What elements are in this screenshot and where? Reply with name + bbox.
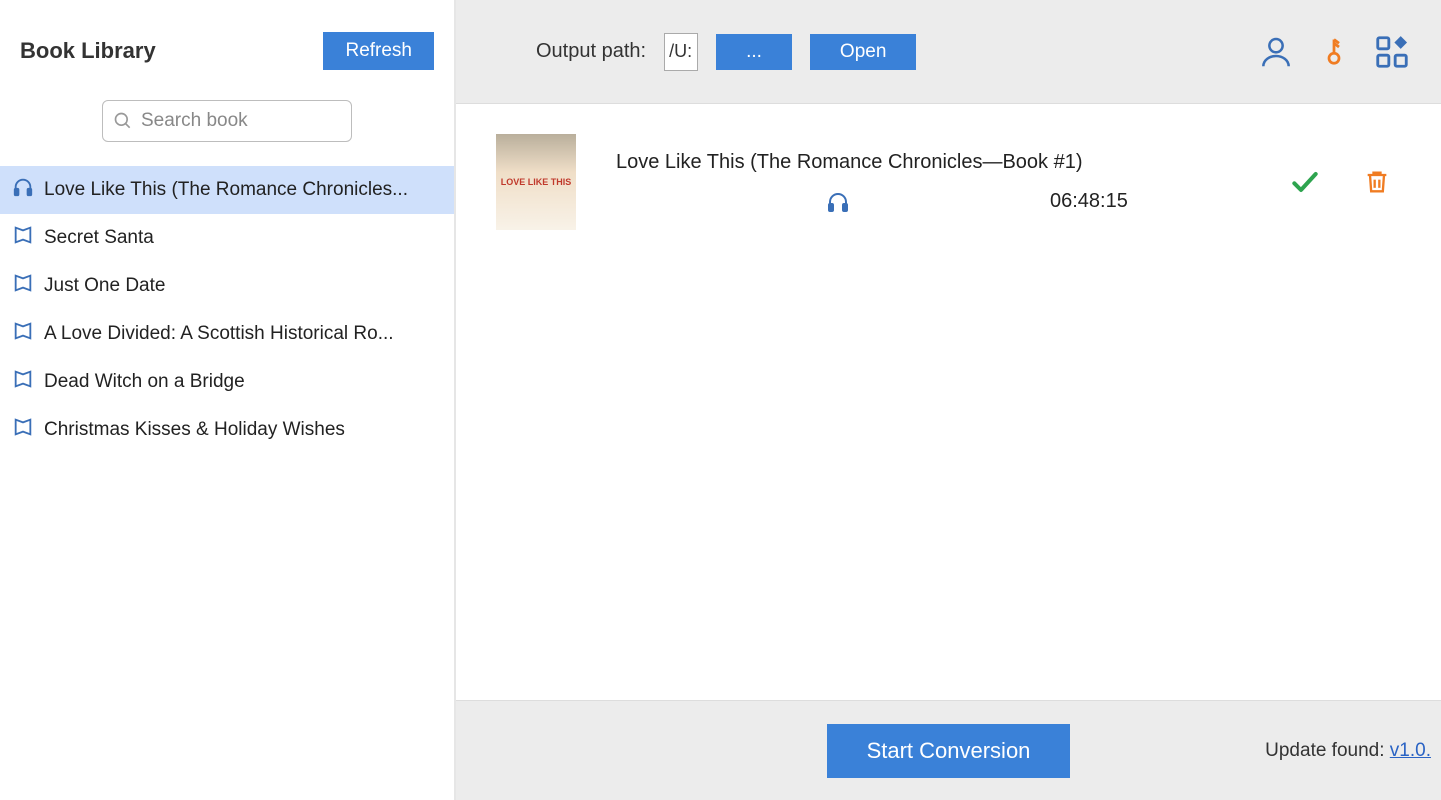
queue-item-duration: 06:48:15 [1050, 190, 1128, 213]
headphones-icon [826, 190, 850, 214]
start-conversion-button[interactable]: Start Conversion [827, 724, 1071, 778]
footer: Start Conversion Update found: v1.0. [456, 700, 1441, 800]
book-icon [12, 416, 34, 444]
book-icon [12, 320, 34, 348]
search-input[interactable] [141, 110, 341, 132]
book-icon [12, 368, 34, 396]
queue-item-title: Love Like This (The Romance Chronicles—B… [616, 151, 1249, 174]
queue-item: LOVE LIKE THIS Love Like This (The Roman… [456, 104, 1441, 260]
book-cover: LOVE LIKE THIS [496, 134, 576, 230]
library-item[interactable]: Secret Santa [0, 214, 454, 262]
book-icon [12, 224, 34, 252]
library-item[interactable]: A Love Divided: A Scottish Historical Ro… [0, 310, 454, 358]
headphones-icon [12, 176, 34, 204]
checkmark-icon[interactable] [1289, 166, 1321, 198]
book-icon [12, 272, 34, 300]
search-icon [113, 111, 133, 131]
library-item[interactable]: Love Like This (The Romance Chronicles..… [0, 166, 454, 214]
open-button[interactable]: Open [810, 34, 916, 70]
refresh-button[interactable]: Refresh [323, 32, 434, 70]
library-item[interactable]: Just One Date [0, 262, 454, 310]
search-box[interactable] [102, 100, 352, 142]
update-notice: Update found: v1.0. [1265, 740, 1431, 762]
library-item-title: Just One Date [44, 275, 165, 297]
library-item[interactable]: Christmas Kisses & Holiday Wishes [0, 406, 454, 454]
library-item-title: Love Like This (The Romance Chronicles..… [44, 179, 408, 201]
sidebar-header: Book Library Refresh [0, 0, 454, 90]
user-icon[interactable] [1257, 32, 1295, 72]
main-panel: Output path: ... Open LOVE LIKE THIS Lov… [456, 0, 1441, 800]
sidebar-title: Book Library [20, 38, 156, 64]
output-path-input[interactable] [664, 33, 698, 71]
library-item-title: Dead Witch on a Bridge [44, 371, 245, 393]
update-link[interactable]: v1.0. [1390, 740, 1431, 761]
output-path-label: Output path: [536, 40, 646, 63]
trash-icon[interactable] [1363, 167, 1391, 197]
toolbar: Output path: ... Open [456, 0, 1441, 104]
sidebar: Book Library Refresh Love Like This (The… [0, 0, 456, 800]
library-item-title: A Love Divided: A Scottish Historical Ro… [44, 323, 394, 345]
book-list: Love Like This (The Romance Chronicles..… [0, 166, 454, 454]
apps-icon[interactable] [1373, 33, 1411, 71]
conversion-queue: LOVE LIKE THIS Love Like This (The Roman… [456, 104, 1441, 700]
library-item[interactable]: Dead Witch on a Bridge [0, 358, 454, 406]
browse-button[interactable]: ... [716, 34, 792, 70]
library-item-title: Christmas Kisses & Holiday Wishes [44, 419, 345, 441]
library-item-title: Secret Santa [44, 227, 154, 249]
key-icon[interactable] [1319, 31, 1349, 73]
